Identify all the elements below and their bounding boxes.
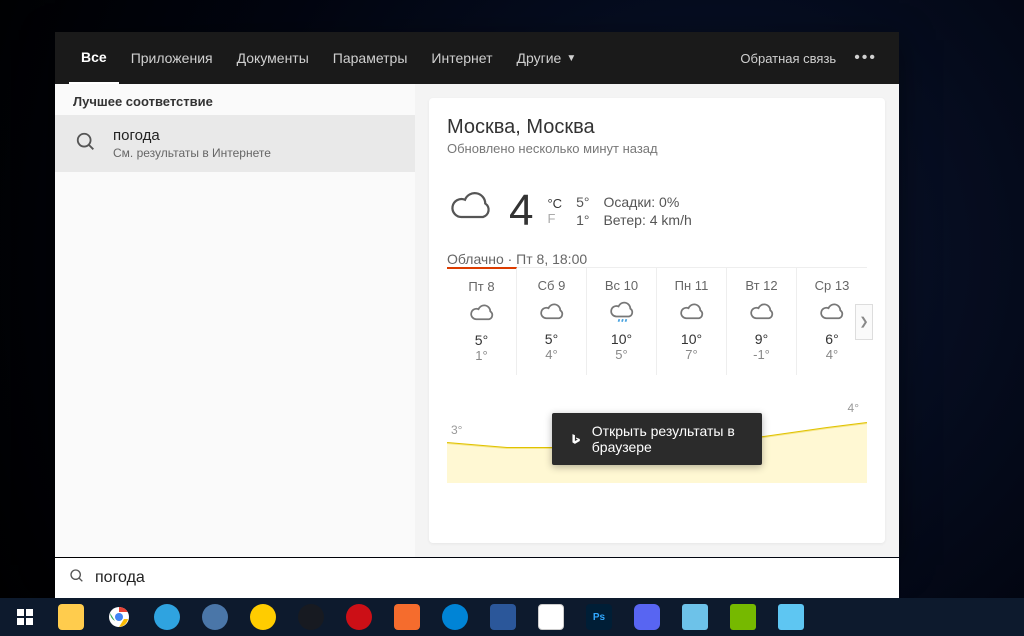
- tab-all[interactable]: Все: [69, 32, 119, 84]
- taskbar: Ps: [0, 598, 1024, 636]
- open-browser-label: Открыть результаты в браузере: [592, 423, 744, 455]
- taskbar-app-chrome[interactable]: [96, 598, 142, 636]
- forecast-day[interactable]: Пт 8 5° 1°: [447, 267, 517, 375]
- current-conditions: 4 °C F 5° 1° Осадки: 0% Ветер: 4 km/h: [447, 184, 867, 237]
- chevron-down-icon: ▼: [566, 53, 576, 64]
- wind-label: Ветер: 4 km/h: [603, 212, 691, 228]
- search-icon: [73, 129, 99, 155]
- cloud-icon: [748, 299, 776, 327]
- rain-icon: [608, 299, 636, 327]
- taskbar-app-geforce[interactable]: [720, 598, 766, 636]
- taskbar-app-opera[interactable]: [336, 598, 382, 636]
- panel-body: Лучшее соответствие погода См. результат…: [55, 84, 899, 557]
- tab-params[interactable]: Параметры: [321, 32, 420, 84]
- bing-icon: [570, 431, 582, 447]
- forecast-day[interactable]: Вт 12 9° -1°: [727, 268, 797, 375]
- forecast-day[interactable]: Пн 11 10° 7°: [657, 268, 727, 375]
- temp-chart: 3° 3° 4° Открыть результаты в браузере: [447, 393, 867, 483]
- tab-bar: Все Приложения Документы Параметры Интер…: [55, 32, 899, 84]
- condition-timestamp: Облачно · Пт 8, 18:00: [447, 251, 867, 267]
- feedback-link[interactable]: Обратная связь: [730, 51, 846, 66]
- chart-point-label: 4°: [848, 401, 859, 415]
- tab-docs[interactable]: Документы: [225, 32, 321, 84]
- results-sidebar: Лучшее соответствие погода См. результат…: [55, 84, 415, 557]
- location-title: Москва, Москва: [447, 116, 867, 139]
- taskbar-app-uplay[interactable]: [432, 598, 478, 636]
- tab-internet[interactable]: Интернет: [419, 32, 504, 84]
- result-item-weather[interactable]: погода См. результаты в Интернете: [55, 115, 415, 172]
- tab-apps[interactable]: Приложения: [119, 32, 225, 84]
- taskbar-app-explorer[interactable]: [48, 598, 94, 636]
- taskbar-app-vk[interactable]: [192, 598, 238, 636]
- unit-f: F: [547, 211, 562, 226]
- taskbar-app-steam[interactable]: [288, 598, 334, 636]
- forecast-next-button[interactable]: ❯: [855, 304, 873, 340]
- search-box[interactable]: [55, 558, 899, 598]
- search-panel: Все Приложения Документы Параметры Интер…: [55, 32, 899, 557]
- taskbar-app-mail[interactable]: [768, 598, 814, 636]
- section-header-best-match: Лучшее соответствие: [55, 84, 415, 115]
- windows-icon: [17, 609, 33, 625]
- weather-card: Москва, Москва Обновлено несколько минут…: [429, 98, 885, 543]
- cloud-icon: [468, 300, 496, 328]
- unit-toggle[interactable]: °C F: [547, 196, 562, 226]
- cloud-icon: [678, 299, 706, 327]
- low-temp: 1°: [576, 212, 589, 228]
- taskbar-app-yandex[interactable]: [240, 598, 286, 636]
- cloud-icon: [538, 299, 566, 327]
- open-in-browser-button[interactable]: Открыть результаты в браузере: [552, 413, 762, 465]
- unit-c: °C: [547, 196, 562, 211]
- precip-label: Осадки: 0%: [603, 194, 691, 210]
- tab-other-label: Другие: [517, 50, 562, 66]
- cloud-icon: [818, 299, 846, 327]
- more-menu-button[interactable]: •••: [846, 49, 885, 67]
- forecast-day[interactable]: Сб 9 5° 4°: [517, 268, 587, 375]
- taskbar-app-word[interactable]: [480, 598, 526, 636]
- search-icon: [69, 568, 85, 589]
- forecast-row: Пт 8 5° 1° Сб 9 5° 4° Вс 10 10°: [447, 267, 867, 375]
- taskbar-app-notepad[interactable]: [672, 598, 718, 636]
- forecast-day[interactable]: Вс 10 10° 5°: [587, 268, 657, 375]
- chart-point-label: 3°: [451, 423, 462, 437]
- current-temp: 4: [509, 189, 533, 233]
- search-input[interactable]: [95, 569, 885, 587]
- high-low: 5° 1°: [576, 194, 589, 228]
- updated-text: Обновлено несколько минут назад: [447, 141, 867, 156]
- weather-icon-cloud: [447, 184, 495, 237]
- taskbar-app-origin[interactable]: [384, 598, 430, 636]
- result-subtitle: См. результаты в Интернете: [113, 146, 271, 160]
- start-button[interactable]: [4, 598, 46, 636]
- high-temp: 5°: [576, 194, 589, 210]
- taskbar-app-telegram[interactable]: [144, 598, 190, 636]
- preview-pane: Москва, Москва Обновлено несколько минут…: [415, 84, 899, 557]
- taskbar-app-photoshop[interactable]: Ps: [576, 598, 622, 636]
- conditions: Осадки: 0% Ветер: 4 km/h: [603, 194, 691, 228]
- taskbar-app-discord[interactable]: [624, 598, 670, 636]
- result-title: погода: [113, 127, 271, 144]
- taskbar-app-paint[interactable]: [528, 598, 574, 636]
- tab-other[interactable]: Другие ▼: [505, 32, 589, 84]
